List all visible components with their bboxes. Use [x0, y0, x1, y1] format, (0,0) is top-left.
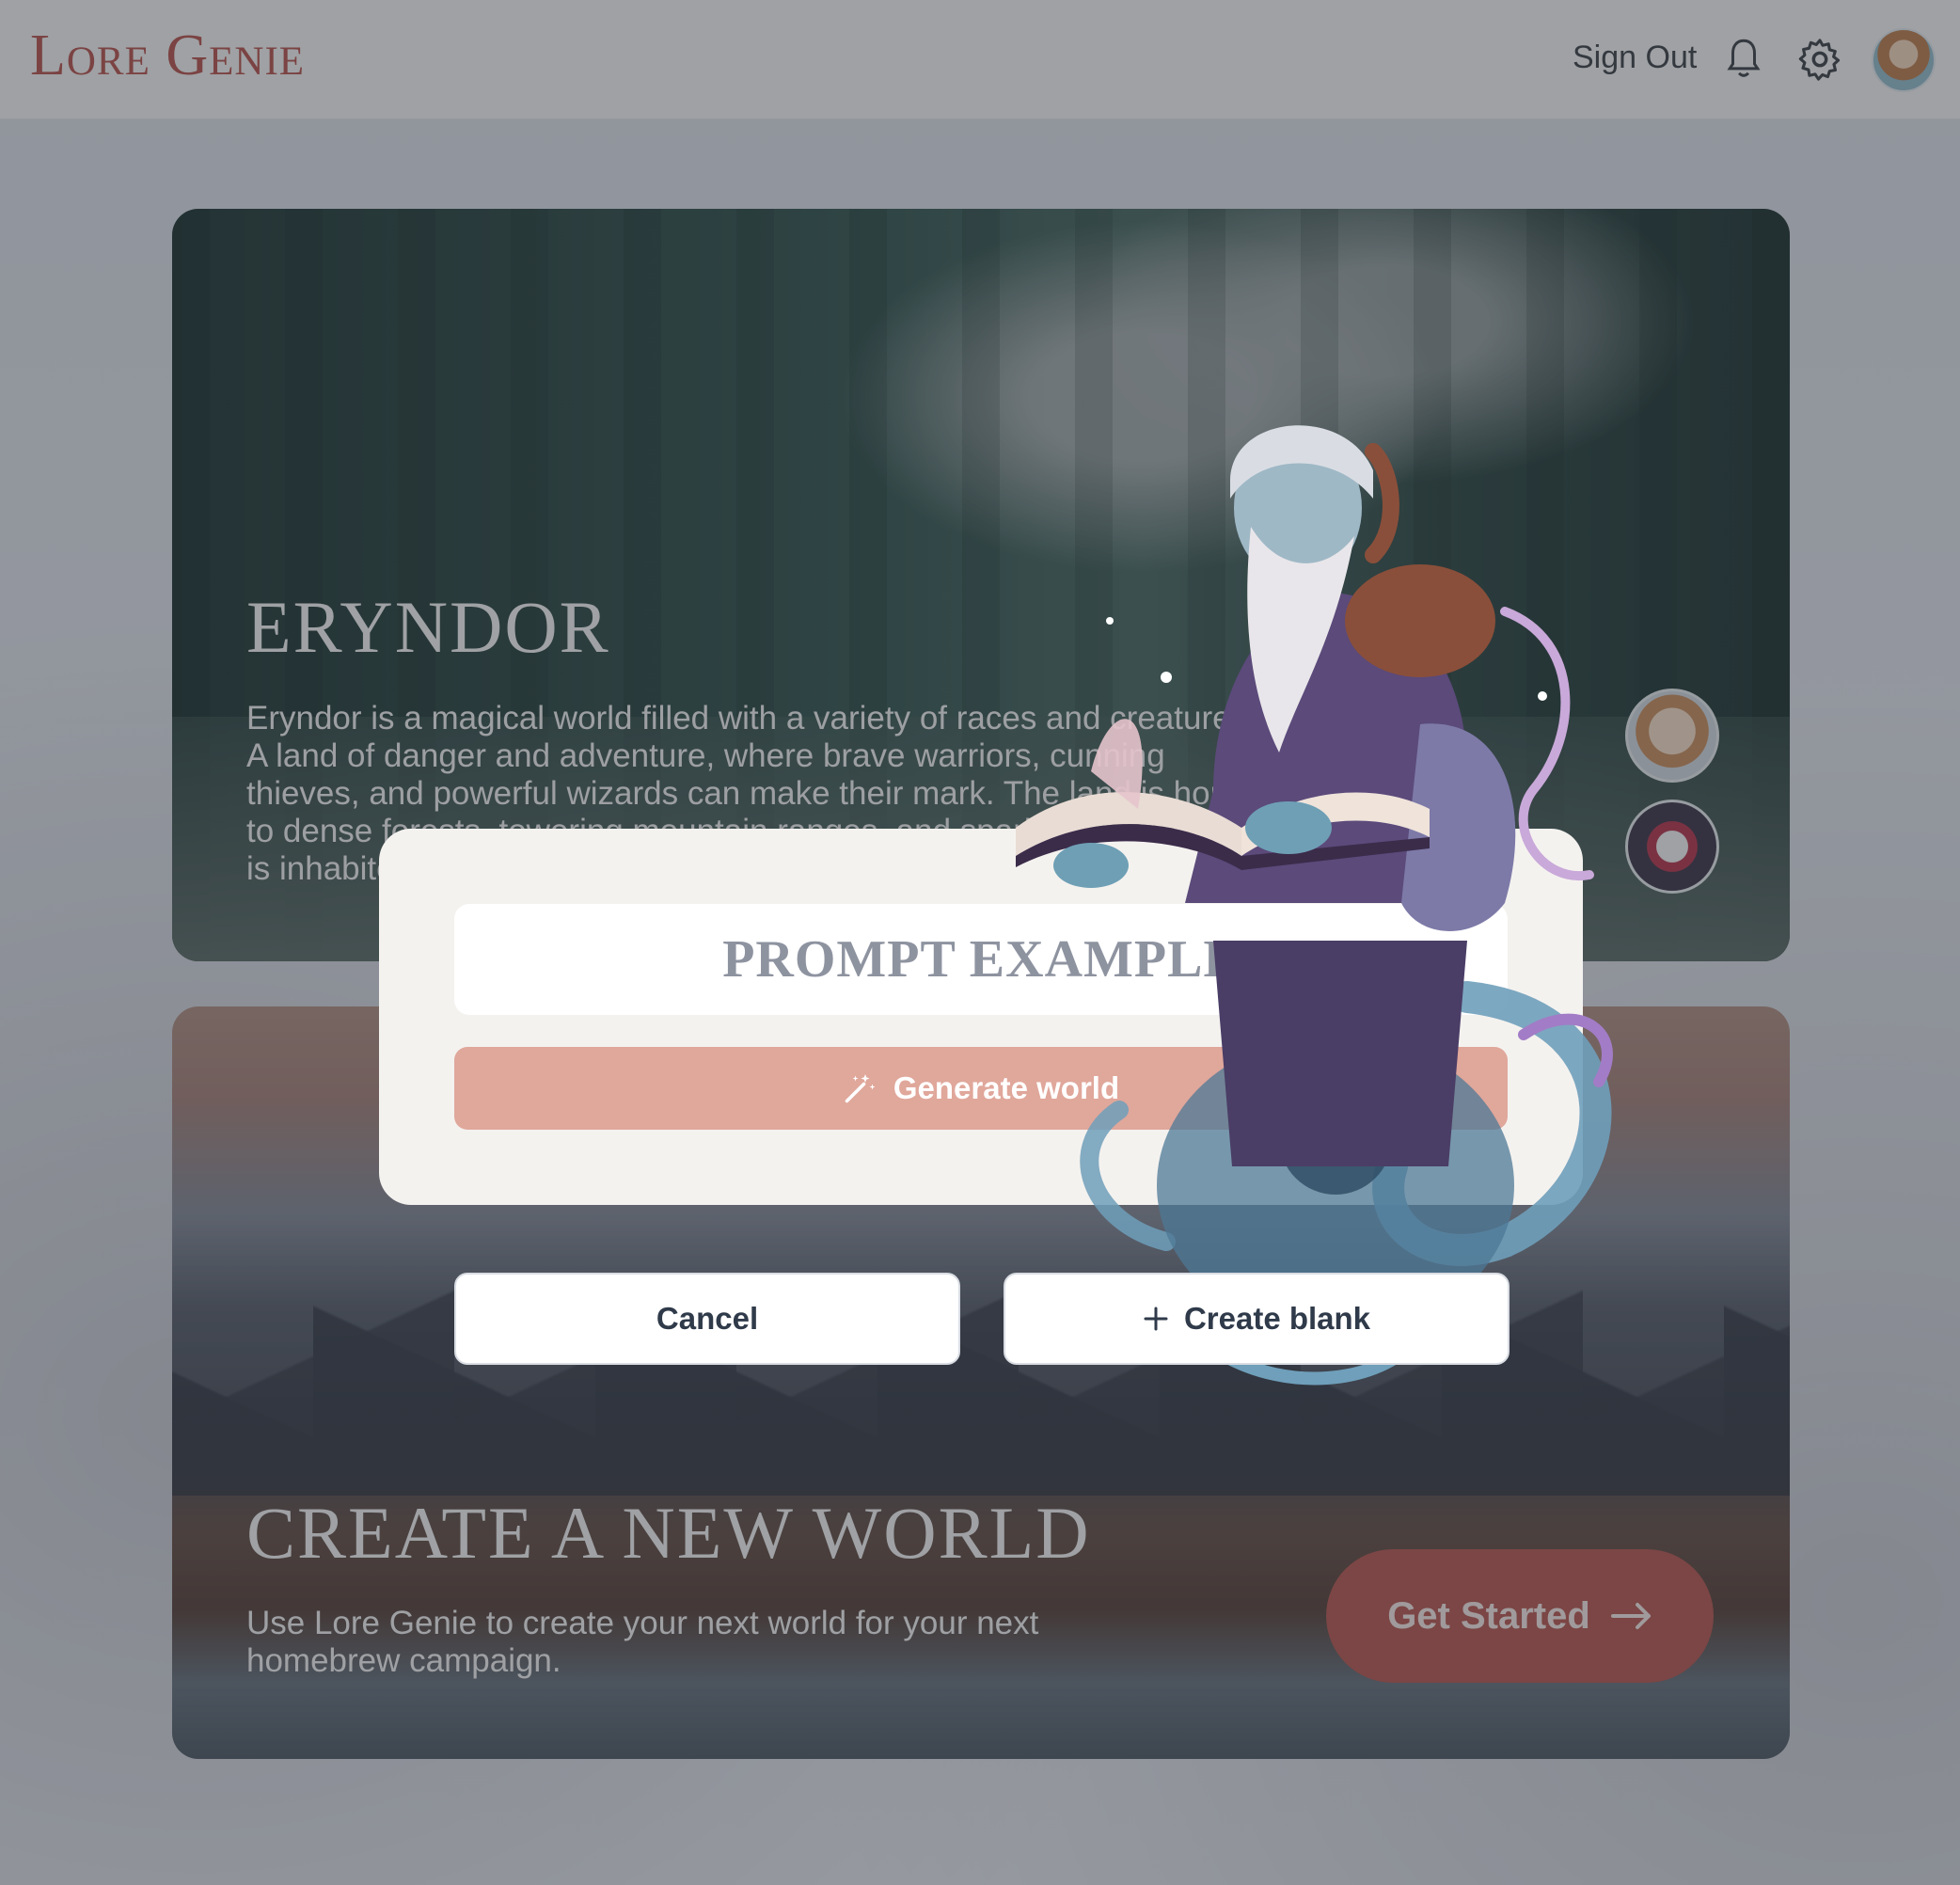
plus-icon [1144, 1307, 1168, 1331]
create-blank-label: Create blank [1183, 1301, 1371, 1336]
cancel-label: Cancel [656, 1301, 759, 1336]
wizard-illustration [1016, 425, 1613, 1386]
cancel-button[interactable]: Cancel [454, 1273, 960, 1365]
create-blank-button[interactable]: Create blank [1004, 1273, 1510, 1365]
magic-wand-icon [845, 1074, 876, 1103]
